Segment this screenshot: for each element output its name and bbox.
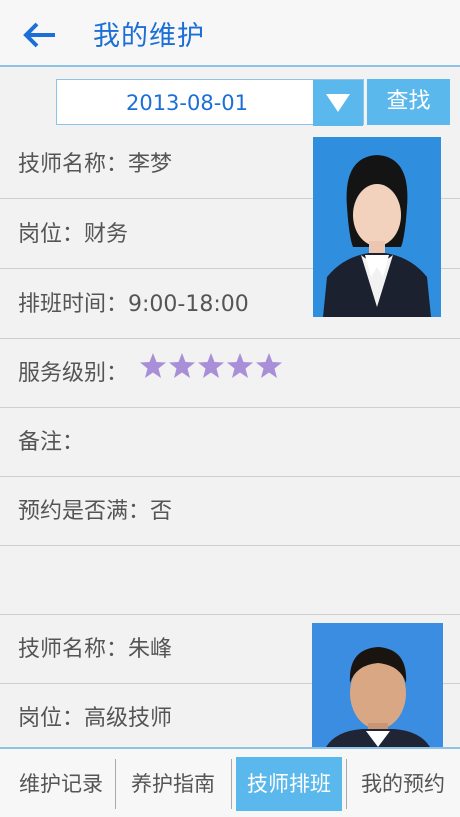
tech-schedule-value: 9:00-18:00 bbox=[128, 292, 249, 317]
portrait-male-image bbox=[312, 623, 443, 747]
chevron-down-icon bbox=[326, 94, 350, 112]
tech-full-label: 预约是否满： bbox=[18, 499, 151, 524]
dropdown-button[interactable] bbox=[313, 80, 363, 126]
tech-note-label: 备注： bbox=[18, 430, 85, 455]
tab-care-guide[interactable]: 养护指南 bbox=[120, 757, 226, 811]
back-arrow-icon[interactable] bbox=[22, 20, 58, 50]
search-button[interactable]: 查找 bbox=[367, 79, 450, 125]
tech-full-value: 否 bbox=[150, 499, 173, 524]
star-icon bbox=[198, 353, 225, 378]
app-header: 我的维护 bbox=[0, 0, 460, 67]
tech-level-label: 服务级别： bbox=[18, 361, 129, 386]
tech-name-label: 技师名称： bbox=[18, 637, 129, 662]
tech-note-row: 备注： bbox=[0, 409, 460, 477]
tech-position-label: 岗位： bbox=[18, 222, 85, 247]
star-icon bbox=[140, 353, 167, 378]
star-icon bbox=[256, 353, 283, 378]
star-icon bbox=[227, 353, 254, 378]
tech-photo bbox=[313, 137, 441, 317]
tab-technician-schedule[interactable]: 技师排班 bbox=[236, 757, 342, 811]
date-value[interactable]: 2013-08-01 bbox=[57, 80, 317, 126]
rating-stars bbox=[139, 340, 284, 408]
date-select[interactable]: 2013-08-01 bbox=[56, 79, 364, 126]
tech-position-label: 岗位： bbox=[18, 706, 85, 731]
nav-divider bbox=[115, 759, 116, 809]
tech-photo bbox=[312, 623, 443, 747]
tech-position-value: 高级技师 bbox=[84, 706, 173, 731]
tab-maintenance-records[interactable]: 维护记录 bbox=[10, 757, 112, 811]
tab-my-appointments[interactable]: 我的预约 bbox=[352, 757, 454, 811]
tech-name-value: 李梦 bbox=[128, 152, 173, 177]
portrait-female-image bbox=[313, 137, 441, 317]
page-title: 我的维护 bbox=[93, 21, 205, 52]
tech-level-row: 服务级别： bbox=[0, 340, 460, 408]
bottom-nav: 维护记录 养护指南 技师排班 我的预约 bbox=[0, 747, 460, 817]
tech-position-value: 财务 bbox=[84, 222, 129, 247]
star-icon bbox=[169, 353, 196, 378]
spacer-row bbox=[0, 547, 460, 615]
tech-name-label: 技师名称： bbox=[18, 152, 129, 177]
nav-divider bbox=[231, 759, 232, 809]
tech-name-value: 朱峰 bbox=[128, 637, 173, 662]
tech-schedule-label: 排班时间： bbox=[18, 292, 129, 317]
nav-divider bbox=[346, 759, 347, 809]
tech-full-row: 预约是否满：否 bbox=[0, 478, 460, 546]
